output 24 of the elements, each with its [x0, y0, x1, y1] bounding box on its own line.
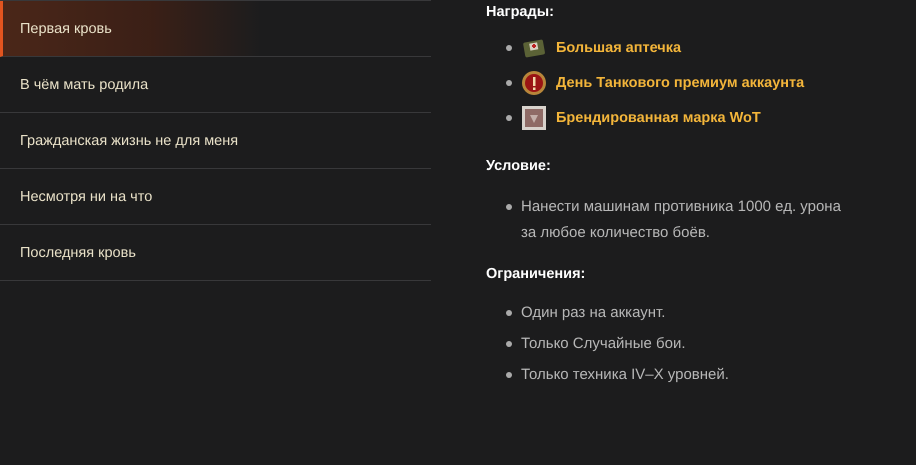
- bullet: [506, 372, 512, 378]
- reward-label: Большая аптечка: [556, 39, 682, 58]
- section-heading: Условие:: [486, 158, 552, 174]
- section-heading: Ограничения:: [486, 266, 586, 282]
- sidebar-item[interactable]: Гражданская жизнь не для меня: [0, 113, 431, 169]
- bullet: [506, 45, 512, 51]
- bullet: [506, 204, 512, 210]
- sidebar-item[interactable]: Последняя кровь: [0, 225, 431, 281]
- restriction-text: Только техника IV–X уровней.: [521, 365, 730, 385]
- medal-icon: [521, 70, 547, 96]
- sidebar-item[interactable]: Первая кровь: [0, 1, 431, 57]
- bullet: [506, 115, 512, 121]
- bullet: [506, 80, 512, 86]
- reward-label: Брендированная марка WoT: [556, 109, 761, 128]
- sidebar-item[interactable]: Несмотря ни на что: [0, 169, 431, 225]
- restriction-text: Только Случайные бои.: [521, 334, 686, 354]
- section-heading: Награды:: [486, 4, 555, 20]
- stamp-icon: [521, 105, 547, 131]
- restriction-text: Один раз на аккаунт.: [521, 303, 666, 323]
- bullet: [506, 310, 512, 316]
- reward-label: День Танкового премиум аккаунта: [556, 74, 804, 93]
- condition-text: Нанести машинам противника 1000 ед. урона за любое количество боёв.: [521, 197, 842, 243]
- bullet: [506, 341, 512, 347]
- sidebar-item[interactable]: В чём мать родила: [0, 57, 431, 113]
